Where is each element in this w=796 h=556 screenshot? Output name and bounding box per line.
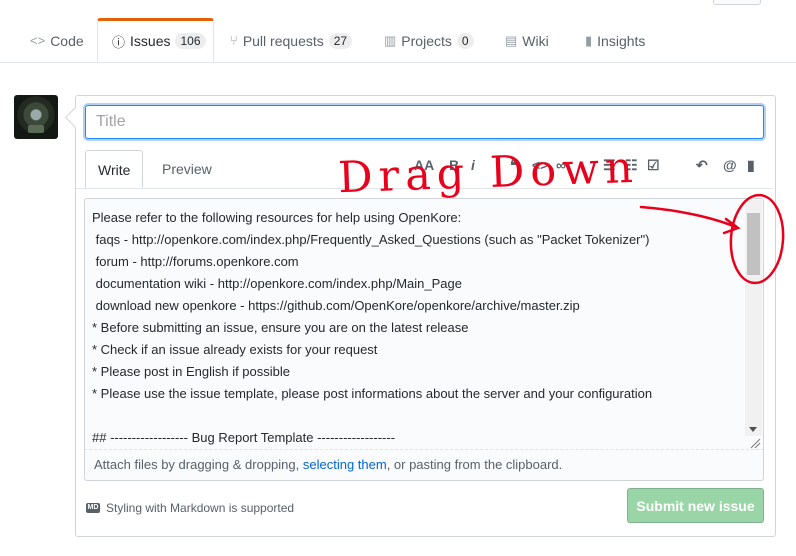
git-pull-request-icon: ⑂ [230,33,238,48]
tab-write[interactable]: Write [85,150,144,188]
submit-new-issue-button[interactable]: Submit new issue [627,488,764,523]
tab-label-insights: Insights [597,32,646,49]
comment-body-textarea[interactable]: Please refer to the following resources … [84,198,764,449]
body-line: ## ------------------ Bug Report Templat… [92,430,396,445]
pull-requests-counter: 27 [328,32,353,49]
scroll-down-arrow-icon[interactable] [749,427,757,432]
tab-projects[interactable]: ▥ Projects 0 [384,19,474,62]
body-line: * Before submitting an issue, ensure you… [92,320,469,335]
body-line: download new openkore - https://github.c… [92,298,580,313]
tab-label-pull-requests: Pull requests [242,32,324,49]
annotation-text: Drag Down [337,142,640,204]
selecting-them-link[interactable]: selecting them [303,457,387,472]
projects-counter: 0 [456,32,474,49]
body-line: * Please use the issue template, please … [92,386,653,401]
tab-code[interactable]: <> Code [30,19,84,62]
task-list-icon[interactable]: ☑ [647,157,660,174]
repo-nav-tabs: <> Code ⓘ Issues 106 ⑂ Pull requests 27 … [0,0,796,63]
code-icon: <> [30,33,46,48]
tab-label-issues: Issues [130,33,171,49]
title-input[interactable] [85,105,764,139]
bookmark-icon[interactable]: ▮ [747,157,755,174]
tab-wiki[interactable]: ▤ Wiki [505,19,549,62]
resize-handle-icon[interactable] [745,436,762,449]
mention-icon[interactable]: @ [723,157,737,173]
body-line: * Please post in English if possible [92,364,291,379]
attach-text-before: Attach files by dragging & dropping, [94,457,303,472]
body-line: Please refer to the following resources … [92,210,462,225]
markdown-support-note[interactable]: MD Styling with Markdown is supported [86,501,294,515]
tab-preview[interactable]: Preview [150,150,224,188]
markdown-icon: MD [86,503,100,513]
body-line: documentation wiki - http://openkore.com… [92,276,462,291]
body-line: faqs - http://openkore.com/index.php/Fre… [92,232,650,247]
file-attachment-bar[interactable]: Attach files by dragging & dropping, sel… [84,449,764,481]
issues-counter: 106 [175,33,206,49]
issue-opened-icon: ⓘ [112,34,126,50]
reply-icon[interactable]: ↶ [696,157,708,174]
tab-insights[interactable]: ▮ Insights [585,19,645,62]
markdown-note-text: Styling with Markdown is supported [106,501,295,515]
tab-label-projects: Projects [401,32,452,49]
graph-icon: ▮ [585,32,593,48]
tab-issues[interactable]: ⓘ Issues 106 [97,18,214,62]
tab-pull-requests[interactable]: ⑂ Pull requests 27 [230,19,353,62]
book-icon: ▤ [505,32,518,48]
textarea-scrollbar[interactable] [745,200,762,436]
body-line: * Check if an issue already exists for y… [92,342,378,357]
avatar[interactable] [14,95,58,139]
body-line: forum - http://forums.openkore.com [92,254,299,269]
scrollbar-thumb[interactable] [747,213,760,275]
project-icon: ▥ [384,32,397,48]
attach-text-after: , or pasting from the clipboard. [386,457,563,472]
tab-label-code: Code [50,32,84,49]
tab-label-wiki: Wiki [522,32,549,49]
